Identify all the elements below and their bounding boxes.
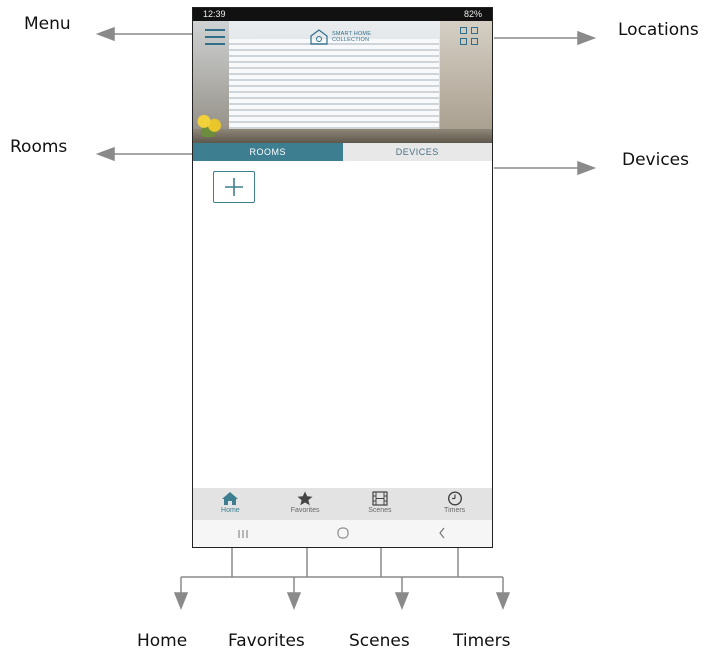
plus-icon bbox=[225, 178, 243, 196]
rooms-arrowhead bbox=[95, 146, 115, 162]
scenes-arrowhead bbox=[394, 592, 410, 611]
callout-locations: Locations bbox=[618, 20, 699, 40]
timers-arrowhead bbox=[495, 592, 511, 611]
devices-arrowhead bbox=[577, 160, 597, 176]
system-home-button[interactable] bbox=[293, 526, 393, 544]
nav-home-label: Home bbox=[221, 507, 240, 514]
system-navigation-bar bbox=[193, 520, 492, 547]
nav-favorites-label: Favorites bbox=[290, 507, 320, 514]
film-icon bbox=[372, 491, 388, 506]
callout-scenes: Scenes bbox=[349, 631, 410, 651]
status-battery: 82% bbox=[463, 9, 482, 19]
recents-icon bbox=[238, 529, 248, 538]
menu-arrowhead bbox=[95, 26, 115, 42]
phone-screen: 12:39 82% SMART HOME COLLECTION ROOMS DE… bbox=[192, 7, 493, 548]
callout-menu: Menu bbox=[24, 14, 71, 34]
house-logo-icon bbox=[310, 29, 328, 45]
back-button[interactable] bbox=[392, 526, 492, 544]
add-room-button[interactable] bbox=[213, 171, 255, 203]
flowers-image bbox=[195, 111, 225, 137]
app-header: SMART HOME COLLECTION bbox=[193, 21, 492, 53]
tab-devices[interactable]: DEVICES bbox=[342, 143, 492, 161]
nav-favorites[interactable]: Favorites bbox=[268, 488, 343, 520]
back-icon bbox=[439, 527, 445, 538]
callout-home: Home bbox=[137, 631, 188, 651]
status-time: 12:39 bbox=[203, 9, 226, 19]
home-arrowhead bbox=[173, 592, 189, 611]
clock-icon bbox=[447, 491, 462, 506]
recents-button[interactable] bbox=[193, 526, 293, 544]
nav-scenes[interactable]: Scenes bbox=[343, 488, 418, 520]
bottom-navigation: Home Favorites Scenes Timers bbox=[193, 488, 492, 520]
callout-timers: Timers bbox=[453, 631, 511, 651]
menu-hamburger-icon[interactable] bbox=[205, 29, 225, 45]
app-logo: SMART HOME COLLECTION bbox=[309, 25, 381, 49]
logo-line-2: COLLECTION bbox=[332, 37, 370, 43]
nav-home[interactable]: Home bbox=[193, 488, 268, 520]
locations-arrowhead bbox=[577, 30, 597, 46]
favorites-arrowhead bbox=[286, 592, 302, 611]
rooms-devices-tabs: ROOMS DEVICES bbox=[193, 143, 492, 161]
callout-favorites: Favorites bbox=[228, 631, 305, 651]
system-home-icon bbox=[337, 527, 348, 538]
nav-timers-label: Timers bbox=[444, 507, 466, 514]
locations-grid-icon[interactable] bbox=[460, 27, 480, 47]
nav-timers[interactable]: Timers bbox=[417, 488, 492, 520]
home-icon bbox=[222, 492, 239, 505]
tab-rooms[interactable]: ROOMS bbox=[193, 143, 343, 161]
status-bar: 12:39 82% bbox=[193, 8, 492, 21]
star-icon bbox=[297, 491, 313, 506]
nav-scenes-label: Scenes bbox=[368, 507, 392, 514]
callout-devices: Devices bbox=[622, 150, 689, 170]
callout-rooms: Rooms bbox=[10, 137, 68, 157]
